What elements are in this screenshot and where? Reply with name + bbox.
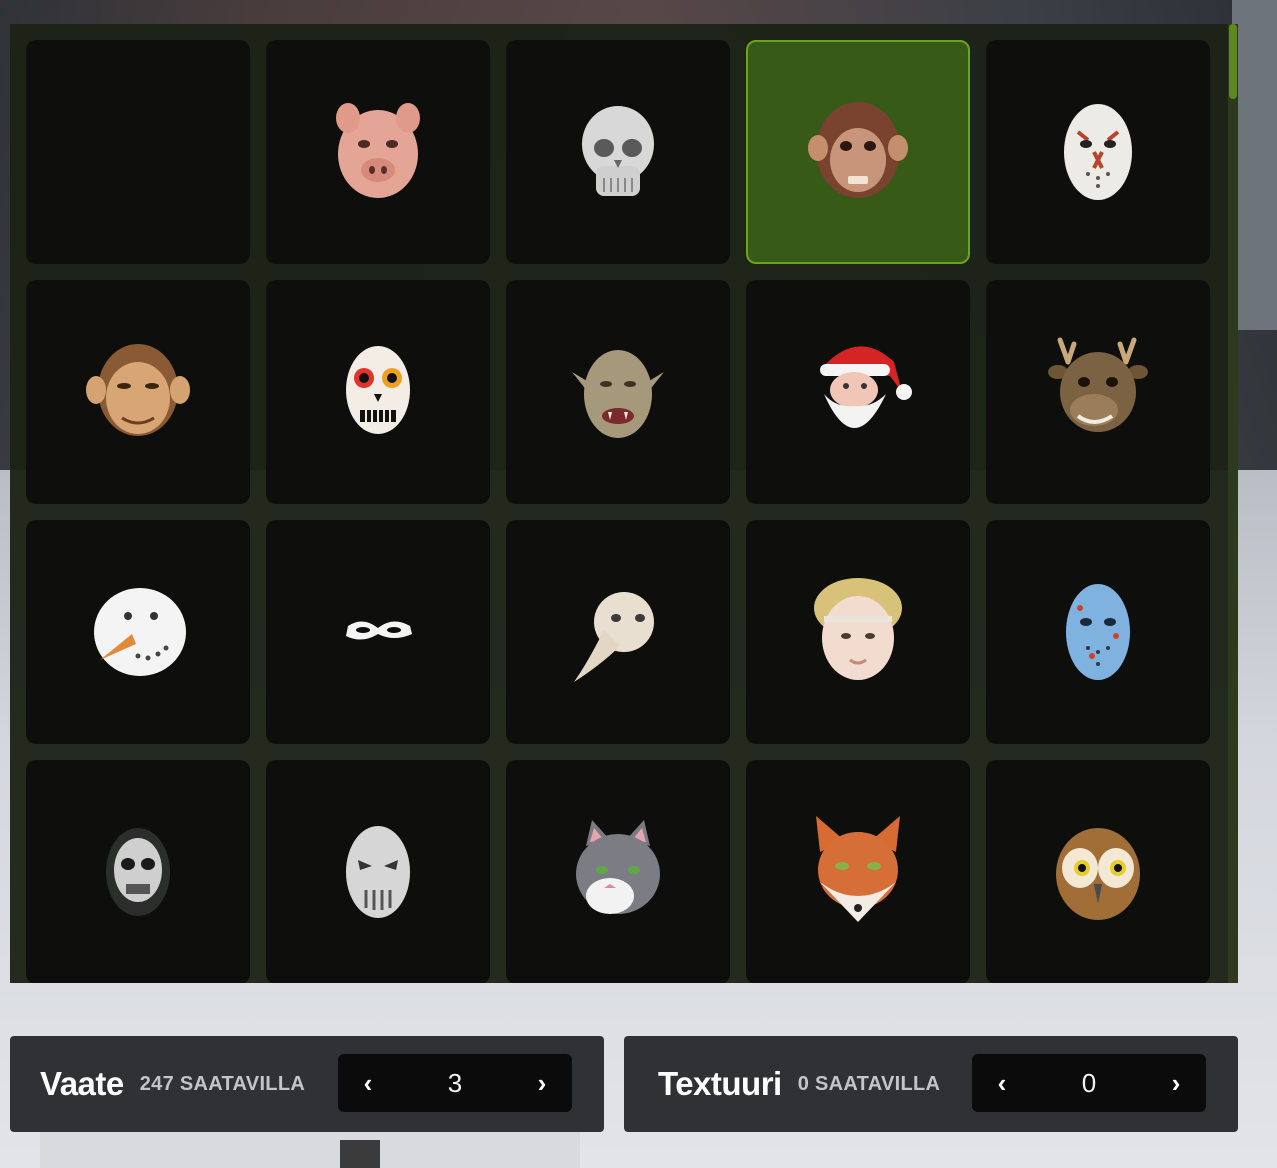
slasher-mask-icon [346, 826, 410, 918]
grid-scrollbar[interactable] [1228, 24, 1238, 983]
texture-next-button[interactable]: › [1146, 1054, 1206, 1112]
reindeer-mask-tile[interactable] [986, 280, 1210, 504]
mask-grid-panel [10, 24, 1238, 983]
clothing-stepper: ‹ 3 › [338, 1054, 572, 1112]
snowman-mask-tile[interactable] [26, 520, 250, 744]
monkey-mask-tile[interactable] [746, 40, 970, 264]
texture-title: Textuuri [658, 1065, 782, 1102]
metal-skull-mask-tile[interactable] [26, 760, 250, 983]
hockey-mask-tile[interactable] [986, 40, 1210, 264]
background-slab-detail [340, 1140, 380, 1168]
sugar-skull-mask-icon [346, 346, 410, 434]
plague-doctor-mask-icon [574, 592, 654, 682]
orc-mask-tile[interactable] [506, 280, 730, 504]
monkey-mask-icon [808, 102, 908, 198]
reindeer-mask-icon [1048, 337, 1148, 432]
empty-mask-tile[interactable] [26, 40, 250, 264]
background-slab [40, 1128, 580, 1168]
clothing-selector-panel: Vaate 247 SAATAVILLA ‹ 3 › [10, 1036, 604, 1132]
snowman-mask-icon [94, 588, 186, 676]
cherub-mask-tile[interactable] [746, 520, 970, 744]
blue-hockey-mask-icon [1066, 584, 1130, 680]
owl-mask-icon [1056, 828, 1140, 920]
chimp-mask-icon [86, 344, 190, 436]
hockey-mask-icon [1064, 104, 1132, 200]
cherub-mask-icon [814, 578, 902, 680]
cat-mask-icon [576, 820, 660, 914]
fox-mask-icon [816, 816, 900, 922]
texture-available-count: 0 SAATAVILLA [797, 1072, 941, 1095]
skull-mask-tile[interactable] [506, 40, 730, 264]
clothing-title: Vaate [40, 1065, 124, 1102]
pig-mask-tile[interactable] [266, 40, 490, 264]
texture-value: 0 [1081, 1067, 1097, 1098]
eye-mask-icon [346, 621, 412, 640]
cat-mask-tile[interactable] [506, 760, 730, 983]
grid-scroll-thumb[interactable] [1229, 24, 1237, 99]
texture-selector-panel: Textuuri 0 SAATAVILLA ‹ 0 › [624, 1036, 1238, 1132]
clothing-next-button[interactable]: › [512, 1054, 572, 1112]
skull-mask-icon [582, 106, 654, 196]
plague-doctor-mask-tile[interactable] [506, 520, 730, 744]
fox-mask-tile[interactable] [746, 760, 970, 983]
slasher-mask-tile[interactable] [266, 760, 490, 983]
metal-skull-mask-icon [106, 828, 170, 916]
chimp-mask-tile[interactable] [26, 280, 250, 504]
texture-stepper: ‹ 0 › [972, 1054, 1206, 1112]
background-pillar [1232, 0, 1277, 330]
owl-mask-tile[interactable] [986, 760, 1210, 983]
santa-mask-tile[interactable] [746, 280, 970, 504]
blue-hockey-mask-tile[interactable] [986, 520, 1210, 744]
pig-mask-icon [336, 103, 420, 198]
clothing-available-count: 247 SAATAVILLA [139, 1072, 306, 1095]
clothing-prev-button[interactable]: ‹ [338, 1054, 398, 1112]
santa-mask-icon [820, 346, 912, 428]
empty-slot-icon [78, 92, 198, 212]
orc-mask-icon [572, 350, 664, 438]
texture-prev-button[interactable]: ‹ [972, 1054, 1032, 1112]
clothing-value: 3 [447, 1067, 463, 1098]
eye-mask-tile[interactable] [266, 520, 490, 744]
sugar-skull-mask-tile[interactable] [266, 280, 490, 504]
mask-grid [26, 40, 1210, 983]
